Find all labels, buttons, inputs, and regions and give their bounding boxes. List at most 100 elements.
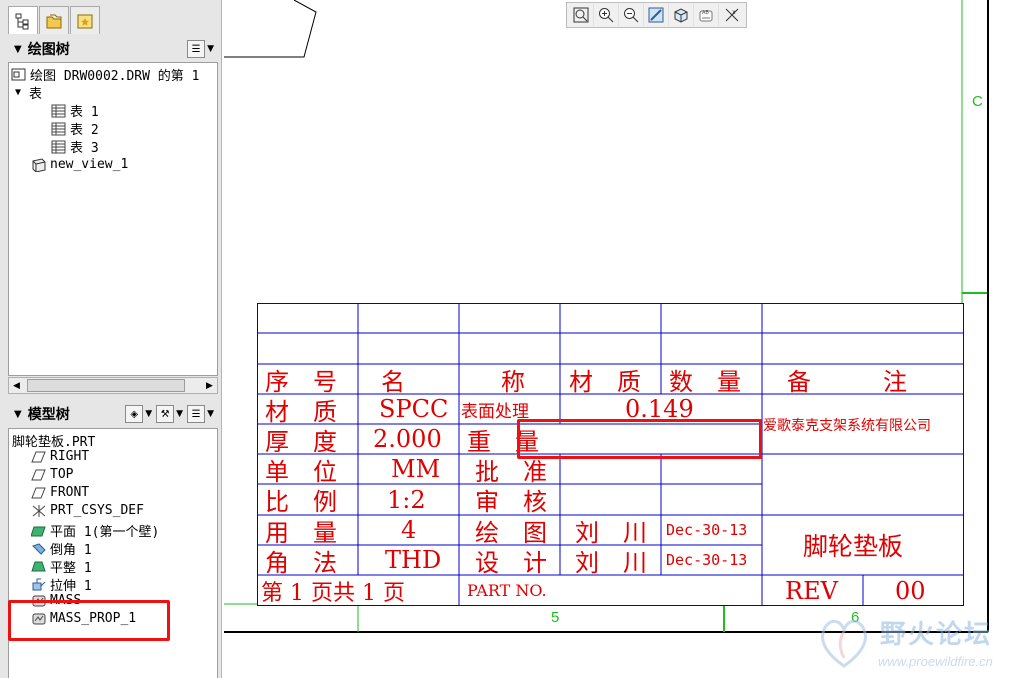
usage-qty-label: 用 量 <box>265 518 337 547</box>
chamfer-icon <box>32 542 46 555</box>
tree-item-table-1[interactable]: 表 1 <box>51 101 99 120</box>
tab-model-tree[interactable] <box>8 6 38 34</box>
header-name: 名 称 <box>381 367 525 396</box>
scroll-right-icon[interactable]: ▶ <box>202 378 217 393</box>
table-icon <box>51 104 66 117</box>
svg-text:AB: AB <box>702 10 709 16</box>
collapse-arrow-icon[interactable]: ▼ <box>15 87 21 98</box>
datum-axis-icon: x <box>725 8 738 22</box>
tree-item-table-2[interactable]: 表 2 <box>51 119 99 138</box>
favorites-icon <box>77 14 93 28</box>
chevron-down-icon[interactable]: ▼ <box>145 409 152 419</box>
unit-value: MM <box>391 455 441 483</box>
drawing-tree-header[interactable]: ▼ 绘图树 ☰ ▼ <box>8 36 218 62</box>
header-material: 材 质 <box>569 367 641 396</box>
shaded-cube-icon <box>674 8 688 23</box>
extrude-icon <box>32 578 46 590</box>
tree-item-chamfer[interactable]: 倒角 1 <box>31 539 92 558</box>
header-quantity: 数 量 <box>669 367 741 396</box>
refit-icon <box>573 7 589 23</box>
watermark-text: 野火论坛 <box>880 620 993 650</box>
rev-value: 00 <box>895 576 926 605</box>
view-toolbar: AB x <box>566 2 747 28</box>
tree-icon <box>15 13 29 29</box>
view-icon <box>32 157 46 172</box>
scrollbar-thumb[interactable] <box>27 379 185 392</box>
highlight-box-mass-prop <box>8 600 170 641</box>
tree-item-table-3[interactable]: 表 3 <box>51 137 99 156</box>
datum-plane-icon <box>31 469 46 480</box>
tree-item-view[interactable]: new_view_1 <box>31 157 128 172</box>
datum-display-button[interactable]: x <box>719 4 744 26</box>
settings-list-icon[interactable]: ☰ <box>187 405 206 423</box>
zoom-in-button[interactable] <box>594 4 619 26</box>
chevron-down-icon[interactable]: ▼ <box>207 409 214 419</box>
tree-item-flat-wall[interactable]: 平面 1(第一个壁) <box>31 521 159 540</box>
settings-list-icon[interactable]: ☰ <box>187 40 206 58</box>
tab-folder-browser[interactable] <box>39 6 69 34</box>
header-seq-no: 序 号 <box>265 367 337 396</box>
tree-item-datum-right[interactable]: RIGHT <box>31 449 89 464</box>
folder-icon <box>46 14 62 28</box>
usage-qty-value: 4 <box>401 516 417 544</box>
tree-item-tables[interactable]: ▼ 表 <box>15 83 42 102</box>
datum-plane-icon <box>31 487 46 498</box>
watermark-url: www.proewildfire.cn <box>878 654 993 669</box>
tools-icon[interactable]: ⚒ <box>156 405 175 423</box>
repaint-button[interactable] <box>644 4 669 26</box>
designed-by-label: 设 计 <box>475 548 547 577</box>
part-no-label: PART NO. <box>467 581 547 600</box>
material-label: 材 质 <box>265 397 337 426</box>
forum-watermark: 野火论坛 www.proewildfire.cn <box>814 606 1024 676</box>
zoom-out-button[interactable] <box>619 4 644 26</box>
tree-item-flatten[interactable]: 平整 1 <box>31 557 92 576</box>
sheetmetal-wall-icon <box>31 526 46 536</box>
display-style-button[interactable] <box>669 4 694 26</box>
scale-value: 1:2 <box>387 485 426 514</box>
designed-by-name: 刘 川 <box>575 548 647 577</box>
annotation-display-button[interactable]: AB <box>694 4 719 26</box>
horizontal-scrollbar[interactable]: ◀ ▶ <box>8 377 218 394</box>
tree-item-extrude[interactable]: 拉伸 1 <box>31 575 92 594</box>
navigator-tabs <box>8 6 101 34</box>
chevron-down-icon[interactable]: ▼ <box>207 44 214 54</box>
model-tree-title: 模型树 <box>27 407 70 423</box>
page-info: 第 1 页共 1 页 <box>261 580 405 606</box>
scroll-left-icon[interactable]: ◀ <box>9 378 24 393</box>
tree-item-part-root[interactable]: 脚轮垫板.PRT <box>12 431 95 450</box>
table-icon <box>51 122 66 135</box>
tree-item-csys[interactable]: PRT_CSYS_DEF <box>31 503 144 518</box>
zone-label-5: 5 <box>551 609 560 626</box>
scale-label: 比 例 <box>265 488 337 516</box>
drawing-tree-title: 绘图树 <box>27 42 70 58</box>
collapse-arrow-icon[interactable]: ▼ <box>14 409 22 420</box>
projection-value: THD <box>385 546 442 574</box>
tree-item-drawing[interactable]: 绘图 DRW0002.DRW 的第 1 <box>11 65 199 84</box>
projection-label: 角 法 <box>265 548 337 577</box>
tree-item-datum-front[interactable]: FRONT <box>31 485 89 500</box>
collapse-arrow-icon[interactable]: ▼ <box>14 44 22 55</box>
zone-label-c: C <box>972 93 983 110</box>
unit-label: 单 位 <box>265 457 337 486</box>
material-value: SPCC <box>379 395 449 423</box>
model-tree-header[interactable]: ▼ 模型树 ◈ ▼ ⚒ ▼ ☰ ▼ <box>8 401 218 427</box>
chevron-down-icon[interactable]: ▼ <box>176 409 183 419</box>
drawing-icon <box>11 68 26 80</box>
designed-date: Dec-30-13 <box>666 551 748 569</box>
tab-favorites[interactable] <box>70 6 100 34</box>
rev-label: REV <box>785 576 838 605</box>
table-icon <box>51 140 66 153</box>
drawn-by-label: 绘 图 <box>475 518 547 547</box>
refit-button[interactable] <box>569 4 594 26</box>
zoom-in-icon <box>599 8 614 23</box>
thickness-label: 厚 度 <box>265 427 337 456</box>
repaint-icon <box>648 7 664 23</box>
drawing-canvas[interactable]: C 5 6 AB x 序 号 名 称 材 质 数 量 备 注 材 质 SPCC … <box>224 0 1024 678</box>
svg-text:x: x <box>732 9 736 16</box>
watermark-logo-icon <box>821 619 867 668</box>
tree-item-datum-top[interactable]: TOP <box>31 467 73 482</box>
model-display-icon[interactable]: ◈ <box>125 405 144 423</box>
datum-plane-icon <box>31 451 46 462</box>
annotation-icon: AB <box>699 10 713 22</box>
drawn-date: Dec-30-13 <box>666 521 748 539</box>
